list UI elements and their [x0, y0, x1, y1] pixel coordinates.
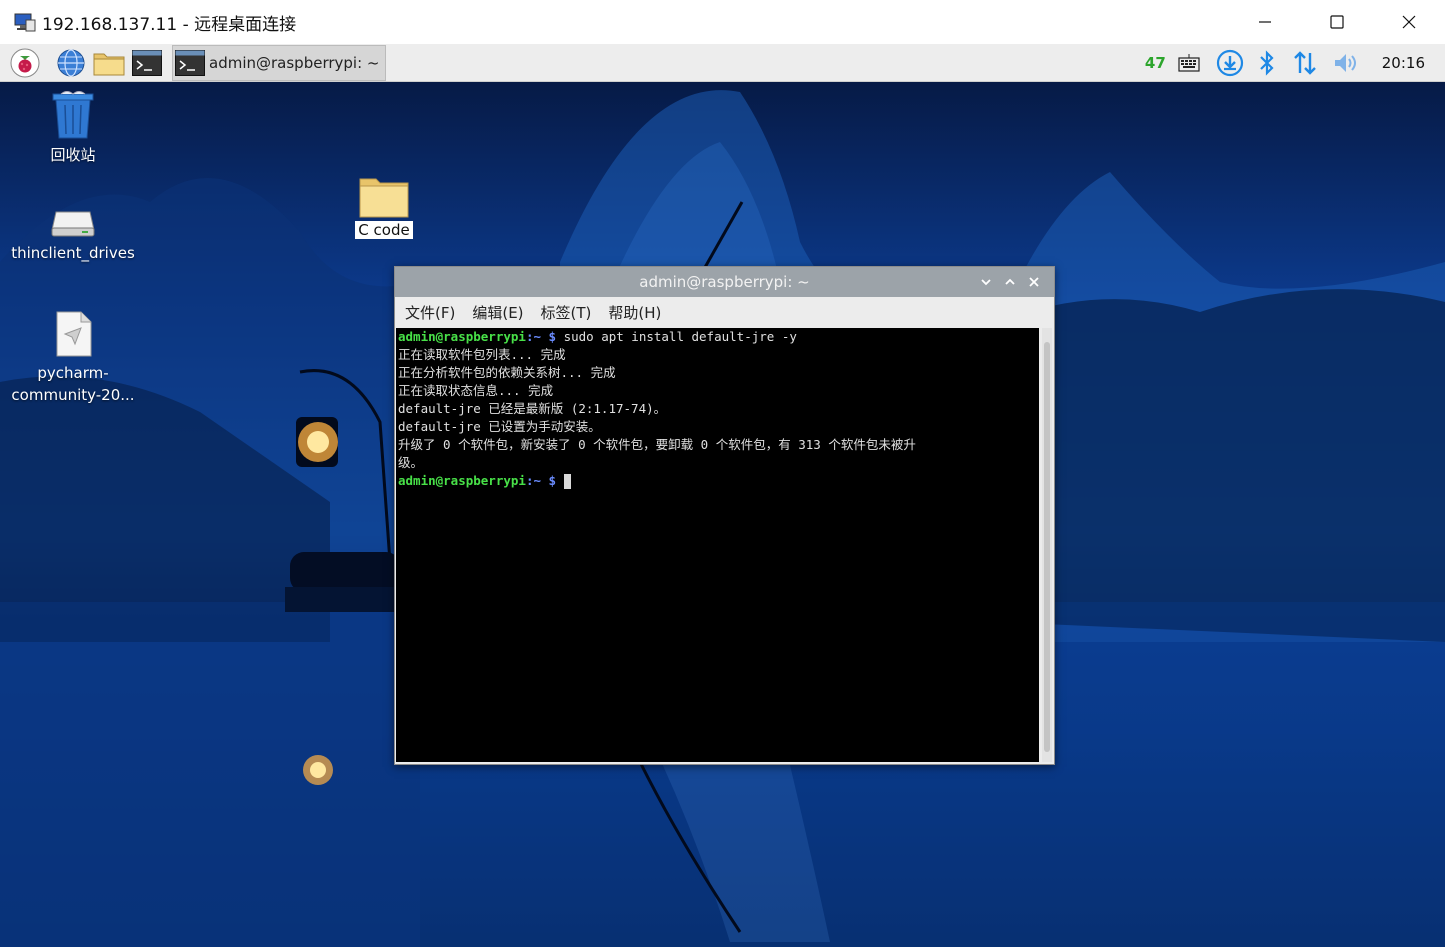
- minimize-icon: [1259, 21, 1271, 23]
- keyboard-button[interactable]: [1178, 53, 1200, 73]
- maximize-button[interactable]: [1301, 0, 1373, 44]
- chevron-down-icon: [981, 279, 991, 286]
- close-icon: [1402, 15, 1416, 29]
- terminal-window: admin@raspberrypi: ~ 文件(F) 编辑(E) 标签(T) 帮…: [394, 266, 1055, 765]
- output-line: 级。: [398, 455, 424, 470]
- speaker-icon: [1334, 53, 1356, 72]
- output-line: default-jre 已经是最新版 (2:1.17-74)。: [398, 401, 667, 416]
- raspberry-menu-button[interactable]: [8, 46, 42, 80]
- network-arrows-icon: [1293, 50, 1316, 75]
- close-button[interactable]: [1373, 0, 1445, 44]
- volume-button[interactable]: [1332, 51, 1360, 75]
- remote-desktop-icon: [14, 12, 36, 32]
- terminal-title: admin@raspberrypi: ~: [639, 273, 810, 291]
- file-icon: [53, 310, 93, 358]
- raspberry-icon: [10, 48, 40, 77]
- globe-icon: [57, 48, 85, 77]
- trash-icon: [51, 90, 95, 140]
- terminal-icon: [175, 49, 205, 76]
- window-title: 192.168.137.11 - 远程桌面连接: [42, 14, 297, 35]
- output-line: 正在读取软件包列表... 完成: [398, 347, 566, 362]
- terminal-minimize-button[interactable]: [974, 270, 998, 294]
- text-cursor: [563, 474, 571, 489]
- output-line: 正在分析软件包的依赖关系树... 完成: [398, 365, 616, 380]
- minimize-button[interactable]: [1229, 0, 1301, 44]
- desktop-icon-thinclient-drives[interactable]: thinclient_drives: [3, 208, 143, 264]
- taskbar-terminal-task[interactable]: admin@raspberrypi: ~: [172, 44, 387, 81]
- menu-help[interactable]: 帮助(H): [608, 302, 661, 323]
- clock[interactable]: 20:16: [1382, 54, 1425, 72]
- output-line: 升级了 0 个软件包，新安装了 0 个软件包，要卸载 0 个软件包，有 313 …: [398, 437, 916, 452]
- output-line: default-jre 已设置为手动安装。: [398, 419, 601, 434]
- prompt-path: :~ $: [525, 329, 557, 344]
- chevron-up-icon: [1005, 278, 1015, 285]
- terminal-titlebar[interactable]: admin@raspberrypi: ~: [395, 267, 1054, 297]
- terminal-command-line: admin@raspberrypi:~ $ sudo apt install d…: [396, 328, 1039, 346]
- taskbar-task-label: admin@raspberrypi: ~: [209, 53, 380, 72]
- terminal-menubar: 文件(F) 编辑(E) 标签(T) 帮助(H): [395, 297, 1054, 327]
- output-line: 正在读取状态信息... 完成: [398, 383, 554, 398]
- network-button[interactable]: [1292, 50, 1318, 76]
- menu-tabs[interactable]: 标签(T): [541, 302, 592, 323]
- terminal-scrollbar[interactable]: [1042, 328, 1052, 762]
- download-icon: [1216, 49, 1243, 76]
- terminal-output[interactable]: admin@raspberrypi:~ $ sudo apt install d…: [396, 328, 1039, 762]
- desktop-icon-label: 回收站: [50, 146, 96, 164]
- desktop-icon-pycharm[interactable]: pycharm-community-20...: [3, 310, 143, 406]
- terminal-maximize-button[interactable]: [998, 270, 1022, 294]
- close-icon: [1029, 277, 1039, 287]
- web-browser-button[interactable]: [54, 46, 88, 80]
- desktop-icon-label: pycharm-community-20...: [11, 364, 135, 404]
- terminal-prompt-line: admin@raspberrypi:~ $: [396, 472, 1039, 490]
- system-tray: 47 20:16: [1133, 44, 1445, 81]
- desktop-icon-label: thinclient_drives: [11, 244, 135, 262]
- prompt-user: admin@raspberrypi: [398, 473, 526, 488]
- menu-edit[interactable]: 编辑(E): [472, 302, 523, 323]
- prompt-user: admin@raspberrypi: [398, 329, 526, 344]
- file-manager-button[interactable]: [92, 46, 126, 80]
- bluetooth-button[interactable]: [1258, 49, 1276, 76]
- scrollbar-thumb[interactable]: [1044, 342, 1050, 752]
- prompt-path: :~ $: [525, 473, 557, 488]
- terminal-close-button[interactable]: [1022, 270, 1046, 294]
- updater-button[interactable]: [1216, 49, 1244, 77]
- pi-taskbar: admin@raspberrypi: ~ 47 20:16: [0, 44, 1445, 82]
- folder-icon: [359, 176, 409, 218]
- menu-file[interactable]: 文件(F): [405, 302, 455, 323]
- desktop-icon-recycle-bin[interactable]: 回收站: [3, 90, 143, 166]
- command-text: sudo apt install default-jre -y: [556, 329, 797, 344]
- bluetooth-icon: [1259, 49, 1274, 76]
- rdp-titlebar: 192.168.137.11 - 远程桌面连接: [0, 0, 1445, 44]
- terminal-launcher-button[interactable]: [130, 46, 164, 80]
- terminal-icon: [132, 49, 162, 76]
- desktop-folder-c-code[interactable]: C code: [314, 176, 454, 239]
- cpu-usage[interactable]: 47: [1145, 54, 1166, 72]
- drive-icon: [50, 208, 96, 238]
- maximize-icon: [1330, 15, 1344, 29]
- folder-label: C code: [355, 221, 413, 239]
- folder-icon: [93, 53, 125, 75]
- keyboard-icon: [1178, 53, 1200, 72]
